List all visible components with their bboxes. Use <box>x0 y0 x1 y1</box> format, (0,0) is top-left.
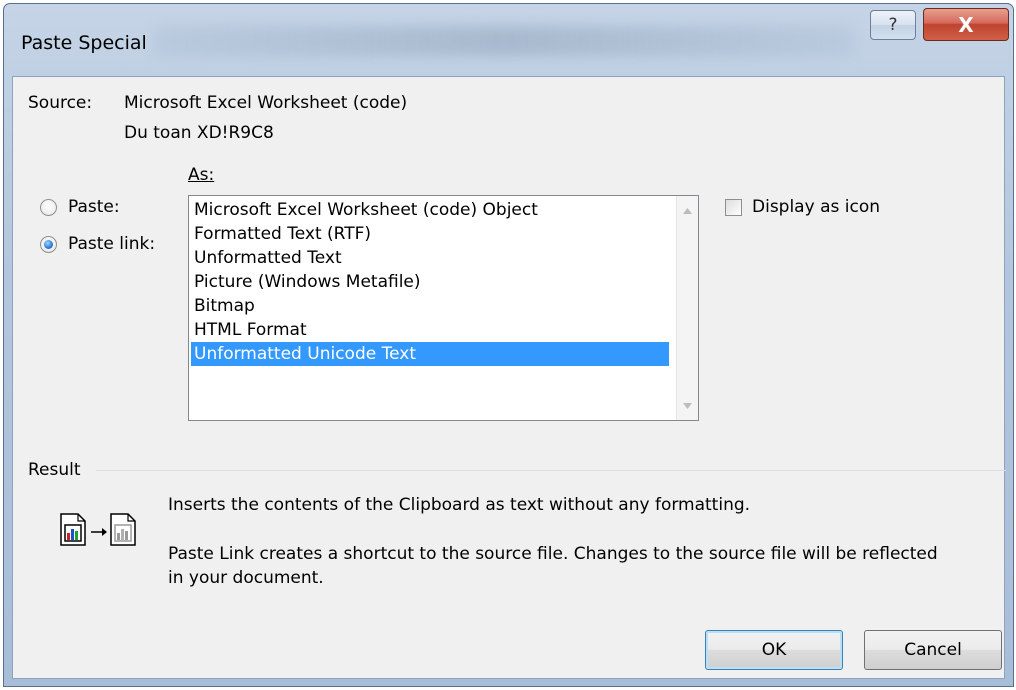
close-button[interactable]: X <box>923 8 1009 41</box>
close-icon: X <box>958 12 974 37</box>
list-item[interactable]: Unformatted Text <box>191 246 669 270</box>
list-scrollbar[interactable] <box>676 196 698 420</box>
source-app: Microsoft Excel Worksheet (code) <box>124 93 408 113</box>
document-chart-icon <box>60 513 86 546</box>
result-description-line1: Inserts the contents of the Clipboard as… <box>168 495 751 515</box>
paste-link-radio-label[interactable]: Paste link: <box>68 234 155 254</box>
arrow-right-icon <box>90 523 108 536</box>
result-label: Result <box>28 460 81 480</box>
ok-button-label: OK <box>761 640 787 660</box>
cancel-button-label: Cancel <box>904 640 962 660</box>
dialog-body: Source: Microsoft Excel Worksheet (code)… <box>12 76 1006 679</box>
display-as-icon-label[interactable]: Display as icon <box>752 197 880 217</box>
list-item[interactable]: HTML Format <box>191 318 669 342</box>
blurred-background <box>154 26 854 56</box>
list-item[interactable]: Bitmap <box>191 294 669 318</box>
ok-button[interactable]: OK <box>705 630 843 670</box>
list-item-selected[interactable]: Unformatted Unicode Text <box>191 342 669 366</box>
help-icon: ? <box>888 15 898 35</box>
document-link-icon <box>110 513 136 546</box>
as-format-listbox[interactable]: Microsoft Excel Worksheet (code) Object … <box>188 195 699 421</box>
list-item[interactable]: Picture (Windows Metafile) <box>191 270 669 294</box>
as-label: As: <box>188 165 215 185</box>
list-item[interactable]: Formatted Text (RTF) <box>191 222 669 246</box>
cancel-button[interactable]: Cancel <box>864 630 1002 670</box>
paste-radio[interactable] <box>40 199 57 216</box>
source-reference: Du toan XD!R9C8 <box>124 123 274 143</box>
paste-link-radio[interactable] <box>40 236 57 253</box>
help-button[interactable]: ? <box>870 10 916 40</box>
scroll-up-icon[interactable] <box>677 200 698 221</box>
title-bar[interactable]: Paste Special ? X <box>4 4 1013 76</box>
list-item[interactable]: Microsoft Excel Worksheet (code) Object <box>191 198 669 222</box>
result-description-line2: Paste Link creates a shortcut to the sou… <box>168 544 938 564</box>
paste-special-dialog: Paste Special ? X Source: Microsoft Exce… <box>3 3 1014 687</box>
source-label: Source: <box>28 93 93 113</box>
scroll-down-icon[interactable] <box>677 395 698 416</box>
result-description-line3: in your document. <box>168 568 324 588</box>
display-as-icon-checkbox[interactable] <box>725 199 742 216</box>
paste-radio-label[interactable]: Paste: <box>68 197 120 217</box>
result-divider <box>96 470 1006 471</box>
dialog-title: Paste Special <box>21 32 147 54</box>
